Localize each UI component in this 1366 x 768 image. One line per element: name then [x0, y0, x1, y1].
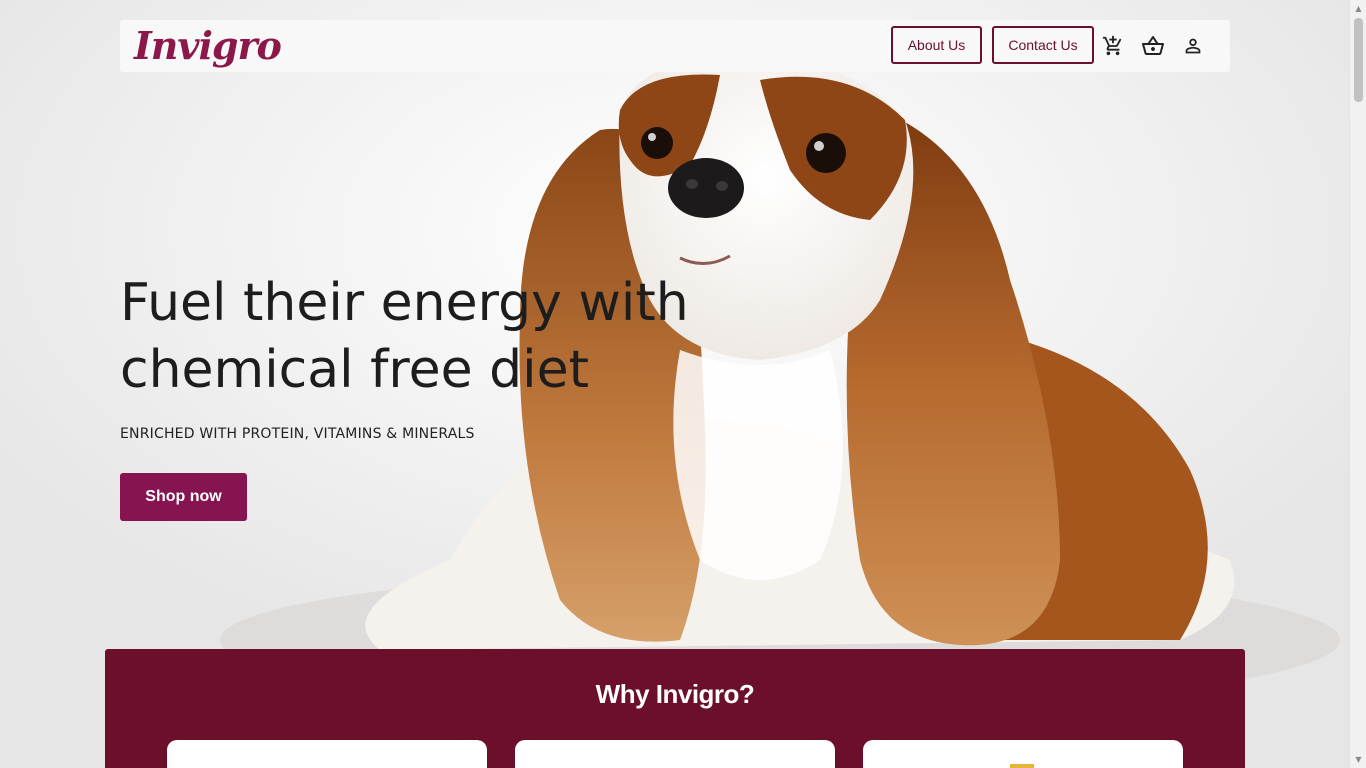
hero-title-line2: chemical free diet	[120, 340, 589, 400]
scroll-down-arrow-icon[interactable]: ▼	[1350, 751, 1366, 768]
feature-icon	[1010, 764, 1034, 768]
scroll-up-arrow-icon[interactable]: ▲	[1350, 0, 1366, 17]
add-to-cart-icon[interactable]	[1101, 34, 1125, 58]
contact-us-button[interactable]: Contact Us	[992, 26, 1094, 64]
feature-card	[167, 740, 487, 768]
feature-card	[863, 740, 1183, 768]
why-invigro-section: Why Invigro?	[105, 649, 1245, 768]
scrollbar-thumb[interactable]	[1354, 18, 1363, 102]
feature-card	[515, 740, 835, 768]
why-section-title: Why Invigro?	[595, 679, 755, 709]
page-scrollbar[interactable]: ▲ ▼	[1349, 0, 1366, 768]
basket-icon[interactable]	[1141, 34, 1165, 58]
hero-subtitle: ENRICHED WITH PROTEIN, VITAMINS & MINERA…	[120, 426, 475, 442]
shop-now-button[interactable]: Shop now	[120, 473, 247, 521]
hero-title: Fuel their energy with chemical free die…	[120, 270, 720, 404]
hero-title-line1: Fuel their energy with	[120, 273, 689, 333]
top-navbar: Invigro About Us Contact Us	[120, 20, 1230, 72]
brand-logo[interactable]: Invigro	[134, 20, 282, 72]
user-icon[interactable]	[1181, 34, 1205, 58]
about-us-button[interactable]: About Us	[891, 26, 982, 64]
